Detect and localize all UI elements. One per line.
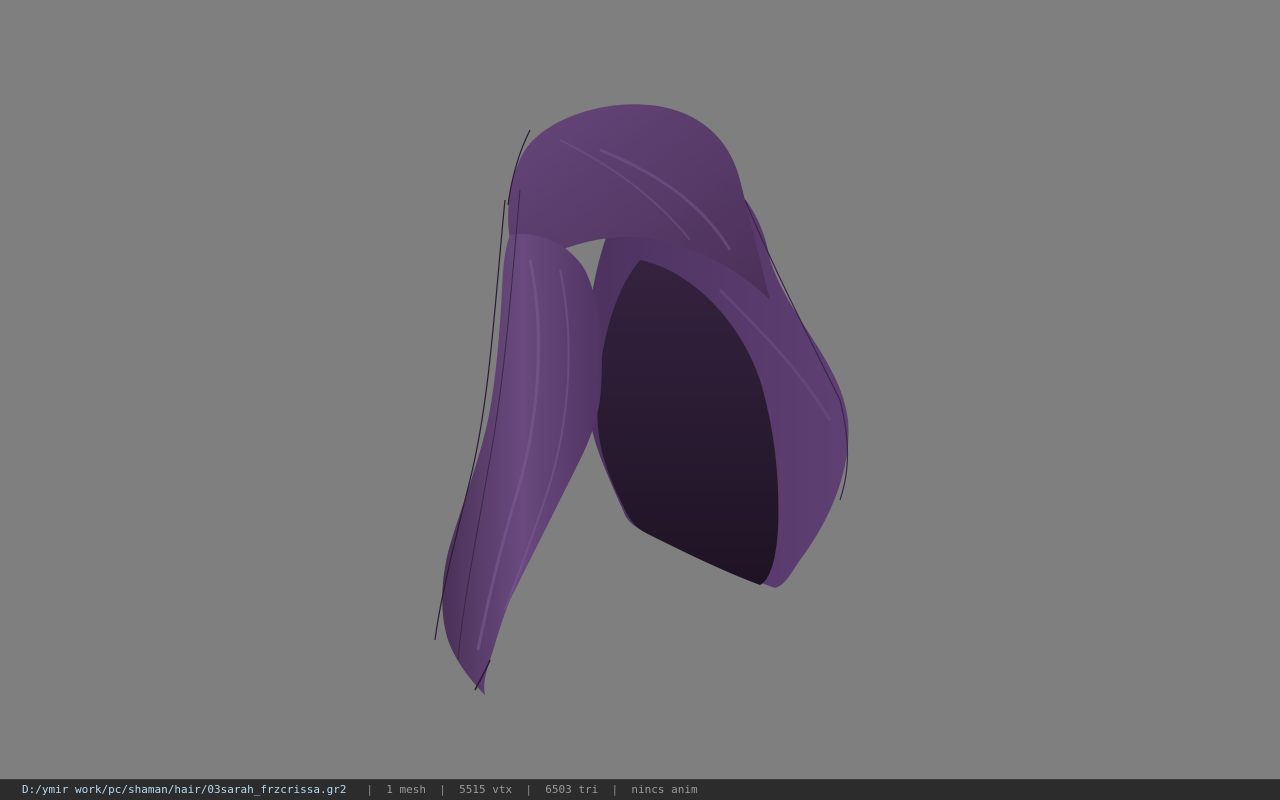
status-bar: D:/ymir work/pc/shaman/hair/03sarah_frzc… bbox=[0, 779, 1280, 800]
status-separator: | bbox=[611, 783, 619, 796]
vertex-count-label: 5515 vtx bbox=[459, 783, 513, 796]
hair-left-strands bbox=[442, 234, 602, 695]
status-separator: | bbox=[366, 783, 374, 796]
status-separator: | bbox=[439, 783, 446, 796]
anim-status-label: nincs anim bbox=[631, 783, 698, 796]
mesh-count-label: 1 mesh bbox=[386, 783, 427, 796]
hair-mesh-render bbox=[434, 104, 849, 695]
status-separator: | bbox=[525, 783, 532, 796]
triangle-count-label: 6503 tri bbox=[545, 783, 599, 796]
file-path-label: D:/ymir work/pc/shaman/hair/03sarah_frzc… bbox=[22, 783, 347, 796]
3d-viewport[interactable] bbox=[0, 0, 1280, 779]
